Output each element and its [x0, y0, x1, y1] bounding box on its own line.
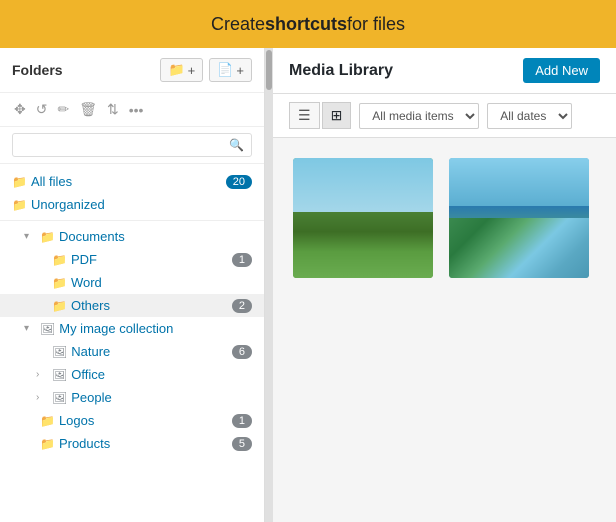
main-layout: Folders 📁 + 📄 + ✥ ↺ ✏ 🗑 ⇅ ••• 🔍	[0, 48, 616, 522]
nature-label: Nature	[71, 344, 228, 359]
pdf-folder-icon: 📁	[52, 253, 67, 267]
pdf-label: PDF	[71, 252, 228, 267]
others-badge: 2	[232, 299, 252, 313]
add-new-button[interactable]: Add New	[523, 58, 600, 83]
tree-item-people[interactable]: › 🖼 People	[0, 386, 264, 409]
search-icon: 🔍	[229, 138, 244, 152]
unorganized-label: Unorganized	[31, 197, 252, 212]
all-files-icon: 📁	[12, 175, 27, 189]
tree-item-documents[interactable]: ▾ 📁 Documents	[0, 225, 264, 248]
unorganized-icon: 📁	[12, 198, 27, 212]
people-label: People	[71, 390, 252, 405]
tree-item-pdf[interactable]: 📁 PDF 1	[0, 248, 264, 271]
documents-chevron-icon: ▾	[24, 231, 36, 242]
word-folder-icon: 📁	[52, 276, 67, 290]
image-collection-icon: 🖼	[40, 322, 55, 336]
image-collection-chevron-icon: ▾	[24, 323, 36, 334]
sidebar-tree: 📁 All files 20 📁 Unorganized ▾ 📁 Documen…	[0, 164, 264, 522]
date-filter[interactable]: All dates	[487, 103, 572, 129]
new-file-plus: +	[236, 63, 244, 78]
new-folder-button[interactable]: 📁 +	[160, 58, 203, 82]
office-label: Office	[71, 367, 252, 382]
people-chevron-icon: ›	[36, 392, 48, 403]
nature-badge: 6	[232, 345, 252, 359]
tree-item-all-files[interactable]: 📁 All files 20	[0, 170, 264, 193]
media-item-waterfall[interactable]	[449, 158, 589, 278]
tree-item-others[interactable]: 📁 Others 2	[0, 294, 264, 317]
banner-prefix: Create	[211, 14, 265, 35]
banner-bold: shortcuts	[265, 14, 347, 35]
logos-badge: 1	[232, 414, 252, 428]
sidebar-search: 🔍	[0, 127, 264, 164]
folder-add-icon: 📁	[168, 62, 184, 78]
tree-divider-1	[0, 220, 264, 221]
edit-icon[interactable]: ✏	[55, 99, 71, 120]
sidebar-header: Folders 📁 + 📄 +	[0, 48, 264, 93]
documents-folder-icon: 📁	[40, 230, 55, 244]
products-badge: 5	[232, 437, 252, 451]
media-item-grass[interactable]	[293, 158, 433, 278]
tree-item-products[interactable]: 📁 Products 5	[0, 432, 264, 455]
logos-folder-icon: 📁	[40, 414, 55, 428]
all-files-label: All files	[31, 174, 222, 189]
media-library-title: Media Library	[289, 62, 513, 80]
banner-suffix: for files	[347, 14, 405, 35]
grass-image	[293, 158, 433, 278]
top-banner: Create shortcuts for files	[0, 0, 616, 48]
list-view-button[interactable]: ☰	[289, 102, 320, 129]
sidebar-toolbar: ✥ ↺ ✏ 🗑 ⇅ •••	[0, 93, 264, 127]
sidebar: Folders 📁 + 📄 + ✥ ↺ ✏ 🗑 ⇅ ••• 🔍	[0, 48, 265, 522]
sort-icon[interactable]: ⇅	[105, 99, 121, 120]
more-icon[interactable]: •••	[127, 100, 146, 120]
others-folder-icon: 📁	[52, 299, 67, 313]
all-files-badge: 20	[226, 175, 252, 189]
word-label: Word	[71, 275, 252, 290]
sidebar-scrollbar[interactable]	[265, 48, 273, 522]
office-icon: 🖼	[52, 368, 67, 382]
tree-item-office[interactable]: › 🖼 Office	[0, 363, 264, 386]
search-input[interactable]	[12, 133, 252, 157]
move-icon[interactable]: ✥	[12, 99, 28, 120]
nature-icon: 🖼	[52, 345, 67, 359]
sidebar-scrollbar-thumb	[266, 50, 272, 90]
people-icon: 🖼	[52, 391, 67, 405]
media-grid	[273, 138, 616, 522]
new-file-button[interactable]: 📄 +	[209, 58, 252, 82]
file-add-icon: 📄	[217, 62, 233, 78]
office-chevron-icon: ›	[36, 369, 48, 380]
media-toolbar: ☰ ⊞ All media items All dates	[273, 94, 616, 138]
new-folder-plus: +	[188, 63, 196, 78]
view-toggle: ☰ ⊞	[289, 102, 351, 129]
tree-item-my-image-collection[interactable]: ▾ 🖼 My image collection	[0, 317, 264, 340]
media-header: Media Library Add New	[273, 48, 616, 94]
image-collection-label: My image collection	[59, 321, 252, 336]
tree-item-logos[interactable]: 📁 Logos 1	[0, 409, 264, 432]
grid-view-button[interactable]: ⊞	[322, 102, 352, 129]
tree-item-nature[interactable]: 🖼 Nature 6	[0, 340, 264, 363]
search-wrapper: 🔍	[12, 133, 252, 157]
delete-icon[interactable]: 🗑	[77, 99, 99, 120]
media-type-filter[interactable]: All media items	[359, 103, 479, 129]
pdf-badge: 1	[232, 253, 252, 267]
refresh-icon[interactable]: ↺	[34, 99, 50, 120]
tree-item-unorganized[interactable]: 📁 Unorganized	[0, 193, 264, 216]
products-folder-icon: 📁	[40, 437, 55, 451]
tree-item-word[interactable]: 📁 Word	[0, 271, 264, 294]
waterfall-image	[449, 158, 589, 278]
products-label: Products	[59, 436, 228, 451]
others-label: Others	[71, 298, 228, 313]
logos-label: Logos	[59, 413, 228, 428]
documents-label: Documents	[59, 229, 252, 244]
main-content: Media Library Add New ☰ ⊞ All media item…	[273, 48, 616, 522]
folders-title: Folders	[12, 62, 154, 78]
